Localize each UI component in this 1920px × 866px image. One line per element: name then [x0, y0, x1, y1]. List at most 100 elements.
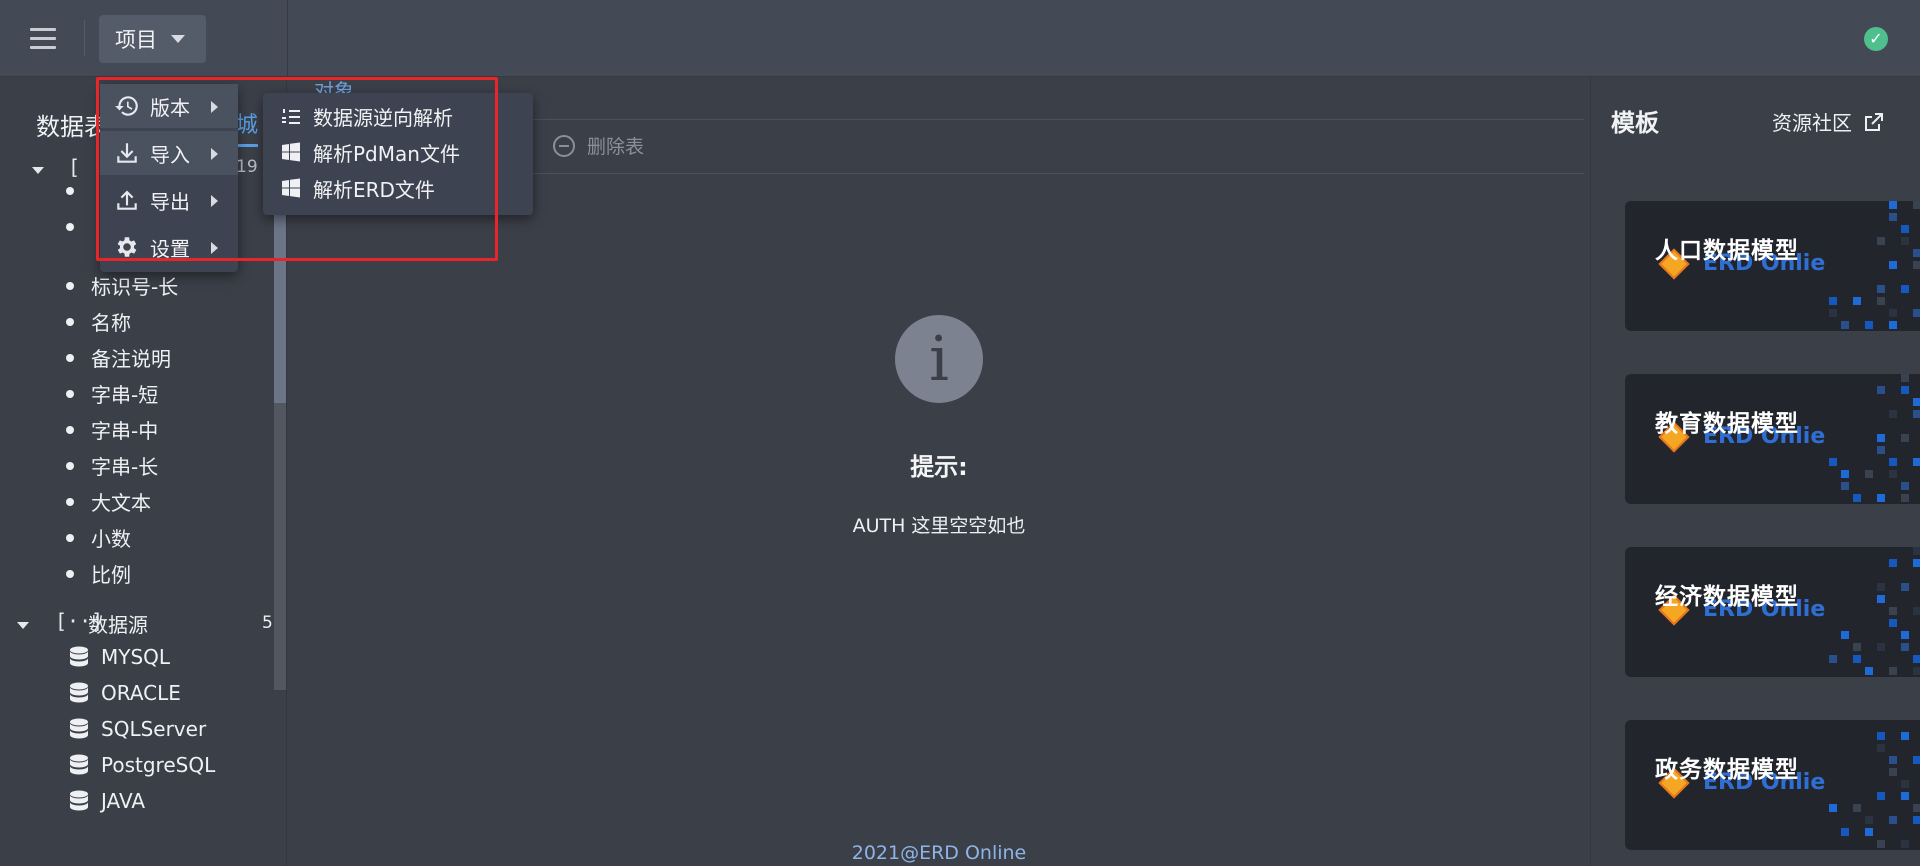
pattern-pixel	[1877, 643, 1885, 651]
scrollbar[interactable]	[274, 177, 286, 690]
template-card[interactable]: 经济数据模型 ERD Onlie	[1625, 547, 1920, 677]
list-item-label: 字串-中	[91, 419, 159, 443]
pattern-pixel	[1877, 434, 1885, 442]
top-bar: 项目 ✓	[0, 0, 1920, 77]
pattern-pixel	[1913, 816, 1920, 824]
pattern-pixel	[1877, 840, 1885, 848]
template-card-title: 经济数据模型	[1655, 584, 1799, 610]
bullet-icon	[66, 317, 74, 326]
pattern-pixel	[1901, 631, 1909, 639]
template-card[interactable]: 教育数据模型 ERD Onlie	[1625, 374, 1920, 504]
menu-item-settings[interactable]: 设置	[100, 225, 238, 269]
datasource-item[interactable]: SQLServer	[69, 717, 206, 741]
import-submenu: 数据源逆向解析 解析PdMan文件 解析ERD文件	[263, 93, 533, 215]
pattern-pixel	[1889, 410, 1897, 418]
hamburger-menu-icon[interactable]	[30, 28, 56, 50]
pattern-pixel	[1901, 792, 1909, 800]
bullet-icon	[66, 569, 74, 578]
submenu-item-pdman[interactable]: 解析PdMan文件	[263, 134, 533, 170]
submenu-item-erd[interactable]: 解析ERD文件	[263, 170, 533, 206]
menu-item-import[interactable]: 导入	[100, 131, 238, 175]
list-item[interactable]: 备注说明	[66, 343, 171, 372]
datasource-item[interactable]: MYSQL	[69, 645, 170, 669]
pattern-pixel	[1877, 297, 1885, 305]
pattern-pixel	[1877, 744, 1885, 752]
list-item[interactable]: 比例	[66, 559, 131, 588]
project-menu-button[interactable]: 项目	[99, 15, 206, 63]
datasource-item[interactable]: ORACLE	[69, 681, 181, 705]
card-pattern	[1829, 547, 1920, 677]
list-item[interactable]: 小数	[66, 523, 131, 552]
list-item[interactable]: 标识号-长	[66, 271, 178, 300]
datasource-item[interactable]: PostgreSQL	[69, 753, 215, 777]
sidebar-partial-link[interactable]: 城	[236, 107, 258, 139]
pattern-pixel	[1865, 816, 1873, 824]
list-item[interactable]: 字串-中	[66, 415, 158, 444]
menu-item-label: 导入	[150, 142, 190, 167]
pattern-pixel	[1829, 309, 1837, 317]
pattern-pixel	[1853, 643, 1861, 651]
list-item[interactable]: 名称	[66, 307, 131, 336]
pattern-pixel	[1901, 237, 1909, 245]
datasource-item-label: ORACLE	[101, 681, 181, 705]
pattern-pixel	[1901, 643, 1909, 651]
list-item[interactable]: 字串-长	[66, 451, 158, 480]
datasource-item[interactable]: JAVA	[69, 789, 145, 813]
sidebar-title: 数据表	[36, 113, 108, 141]
tree-caret-icon[interactable]	[17, 622, 29, 629]
menu-item-version[interactable]: 版本	[100, 84, 238, 128]
pattern-pixel	[1913, 559, 1920, 567]
pattern-pixel	[1901, 780, 1909, 788]
pattern-pixel	[1913, 249, 1920, 257]
project-dropdown-menu: 版本 导入 导出 设置	[100, 84, 238, 272]
bullet-icon	[66, 187, 74, 195]
pattern-pixel	[1841, 321, 1849, 329]
list-item[interactable]: 大文本	[66, 487, 151, 516]
list-item-label: 名称	[91, 311, 131, 335]
pattern-pixel	[1853, 297, 1861, 305]
pattern-pixel	[1829, 804, 1837, 812]
resource-community-link[interactable]: 资源社区	[1772, 107, 1886, 136]
list-item-label: 比例	[91, 563, 131, 587]
menu-item-label: 版本	[150, 95, 190, 120]
tree-caret-icon[interactable]	[32, 167, 44, 174]
bullet-icon	[66, 281, 74, 290]
database-icon	[70, 754, 88, 775]
menu-item-label: 导出	[150, 189, 190, 214]
menu-item-export[interactable]: 导出	[100, 178, 238, 222]
pattern-pixel	[1901, 285, 1909, 293]
sidebar-partial-count: 19	[236, 157, 258, 177]
pattern-pixel	[1877, 595, 1885, 603]
pattern-pixel	[1877, 237, 1885, 245]
template-card[interactable]: 政务数据模型 ERD Onlie	[1625, 720, 1920, 850]
template-title: 模板	[1611, 109, 1659, 137]
bracket-icon: [	[68, 155, 81, 179]
upload-icon	[117, 190, 137, 210]
pattern-pixel	[1877, 732, 1885, 740]
pattern-pixel	[1889, 667, 1897, 675]
list-item[interactable]	[66, 223, 91, 231]
chevron-right-icon	[211, 148, 218, 160]
pattern-pixel	[1889, 559, 1897, 567]
pattern-pixel	[1865, 321, 1873, 329]
pattern-pixel	[1829, 458, 1837, 466]
menu-item-label: 设置	[150, 236, 190, 261]
submenu-item-reverse-parse[interactable]: 数据源逆向解析	[263, 98, 533, 134]
datasource-label[interactable]: 数据源	[88, 609, 148, 638]
datasource-item-label: MYSQL	[101, 645, 171, 669]
list-item[interactable]: 字串-短	[66, 379, 158, 408]
delete-table-label: 删除表	[587, 136, 645, 158]
ordered-list-icon	[282, 109, 300, 124]
template-card[interactable]: 人口数据模型 ERD Onlie	[1625, 201, 1920, 331]
pattern-pixel	[1877, 792, 1885, 800]
history-icon	[115, 96, 138, 116]
pattern-pixel	[1913, 410, 1920, 418]
pattern-pixel	[1889, 321, 1897, 329]
pattern-pixel	[1913, 655, 1920, 663]
pattern-pixel	[1829, 655, 1837, 663]
pattern-pixel	[1913, 756, 1920, 764]
list-item[interactable]	[66, 187, 91, 195]
pattern-pixel	[1853, 494, 1861, 502]
delete-table-button[interactable]: 删除表	[553, 132, 644, 159]
tip-title: 提示:	[910, 453, 968, 481]
